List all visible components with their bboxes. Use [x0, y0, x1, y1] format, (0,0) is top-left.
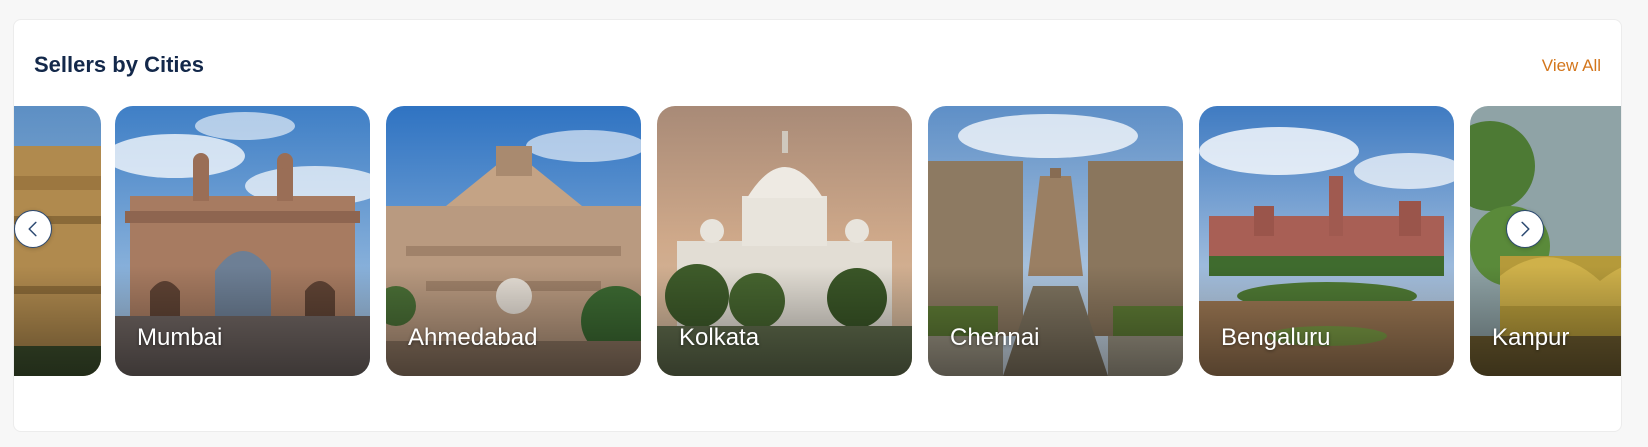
city-card-mumbai[interactable]: Mumbai [115, 106, 370, 376]
city-card-bengaluru[interactable]: Bengaluru [1199, 106, 1454, 376]
chevron-left-icon [28, 221, 37, 237]
city-carousel[interactable]: Mumbai Ahmedabad Kolkata Chennai Bengalu… [14, 106, 1621, 376]
city-name: Kanpur [1492, 324, 1570, 351]
city-card-kanpur[interactable]: Kanpur [1470, 106, 1621, 376]
city-card-ahmedabad[interactable]: Ahmedabad [386, 106, 641, 376]
city-name: Bengaluru [1221, 324, 1331, 351]
sellers-by-cities-section: Sellers by Cities View All Mumbai Ahmeda… [13, 19, 1622, 432]
city-name: Mumbai [137, 324, 223, 351]
city-card-chennai[interactable]: Chennai [928, 106, 1183, 376]
city-name: Kolkata [679, 324, 760, 351]
chevron-right-icon [1521, 221, 1530, 237]
city-card-kolkata[interactable]: Kolkata [657, 106, 912, 376]
city-name: Ahmedabad [408, 324, 538, 351]
view-all-link[interactable]: View All [1542, 56, 1601, 76]
carousel-next-button[interactable] [1506, 210, 1544, 248]
city-name: Chennai [950, 324, 1040, 351]
carousel-prev-button[interactable] [14, 210, 52, 248]
section-title: Sellers by Cities [34, 52, 204, 77]
